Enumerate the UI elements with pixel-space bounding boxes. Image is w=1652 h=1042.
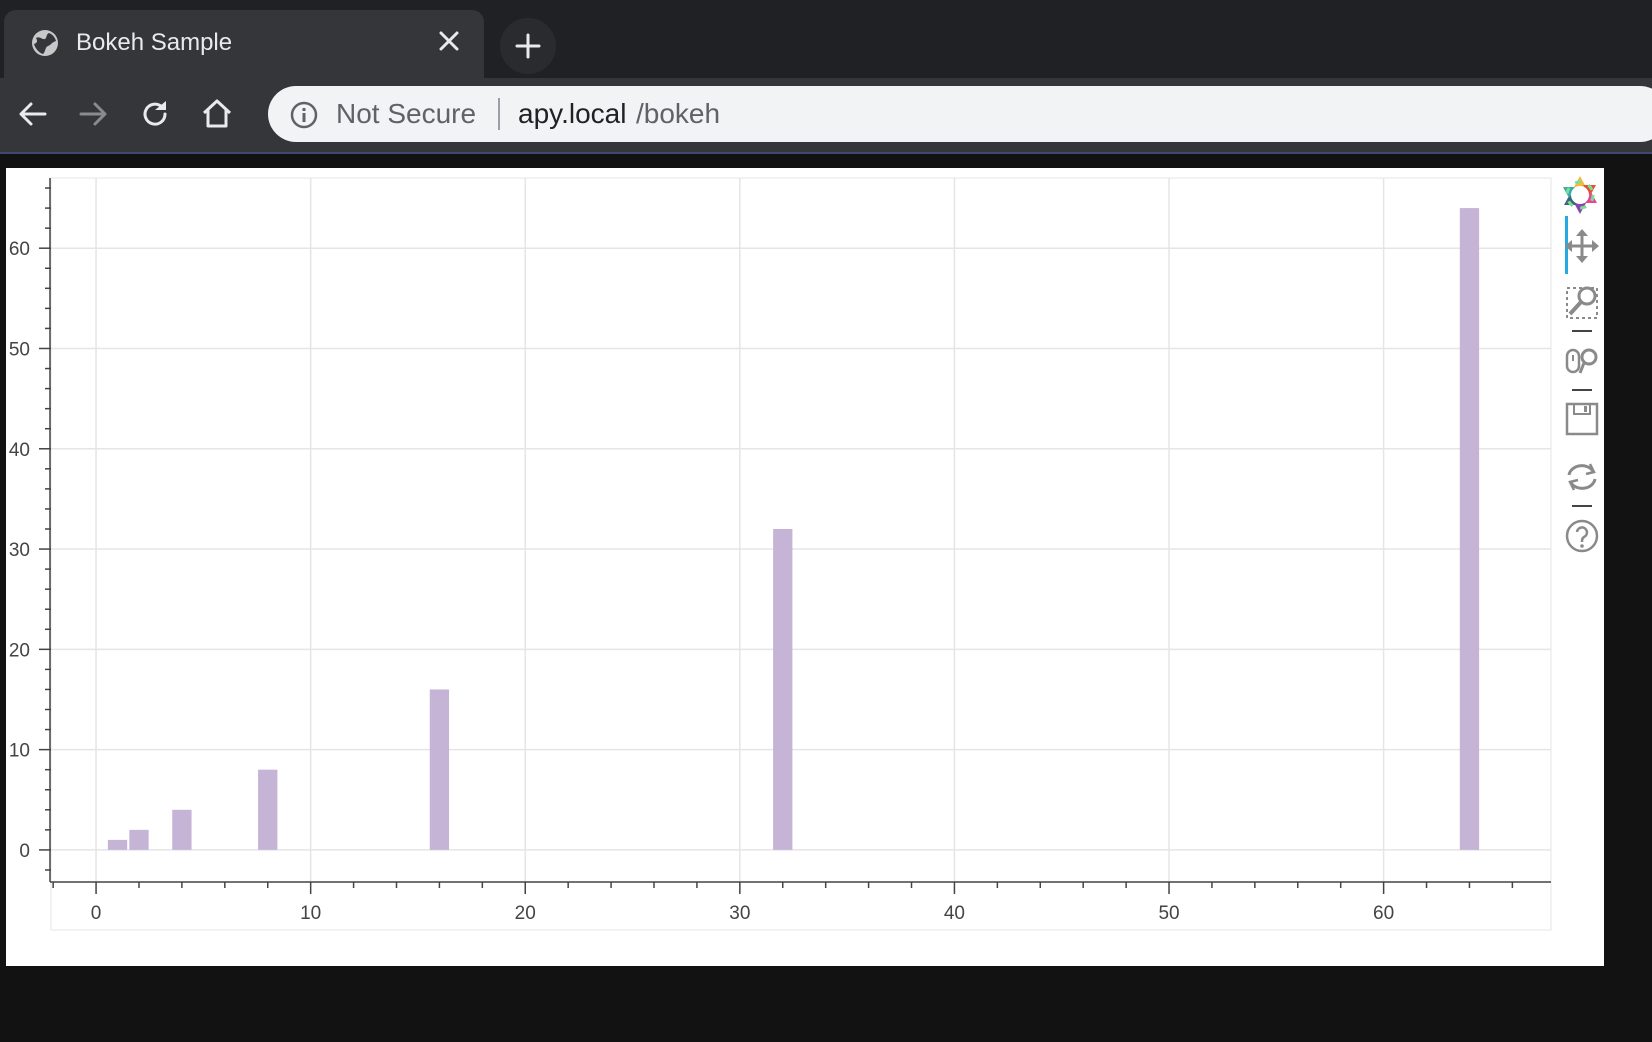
bar: [1459, 208, 1480, 850]
plus-icon: [515, 33, 541, 59]
browser-tab[interactable]: Bokeh Sample: [4, 10, 484, 78]
x-tick-label: 40: [944, 903, 965, 924]
x-tick-label: 60: [1373, 903, 1394, 924]
bar: [258, 769, 278, 850]
bokeh-logo-icon[interactable]: [1563, 176, 1597, 214]
wheel-zoom-icon[interactable]: [1565, 348, 1598, 374]
info-icon[interactable]: [290, 101, 318, 129]
save-icon[interactable]: [1565, 402, 1599, 436]
reset-icon[interactable]: [1567, 463, 1597, 491]
bokeh-page: 0 10 20 30 40 50 60 0 10 20 30 40 50 60: [6, 168, 1604, 966]
browser-toolbar: Not Secure apy.local /bokeh: [0, 78, 1652, 152]
y-axis-tick-labels: 0 10 20 30 40 50 60: [9, 239, 30, 862]
box-zoom-icon[interactable]: [1566, 286, 1598, 319]
y-tick-label: 20: [9, 640, 30, 661]
home-icon[interactable]: [200, 97, 234, 131]
y-tick-label: 50: [9, 339, 30, 360]
x-tick-label: 30: [729, 903, 750, 924]
x-tick-label: 0: [91, 903, 102, 924]
y-tick-label: 30: [9, 540, 30, 561]
close-icon[interactable]: [438, 30, 460, 52]
back-arrow-icon[interactable]: [16, 97, 50, 131]
reload-icon[interactable]: [138, 97, 172, 131]
bar: [107, 839, 128, 850]
x-tick-label: 20: [515, 903, 536, 924]
bar: [172, 809, 192, 850]
url-path: /bokeh: [636, 98, 721, 129]
y-tick-label: 10: [9, 741, 30, 762]
help-icon[interactable]: [1565, 519, 1599, 553]
new-tab-button[interactable]: [500, 18, 556, 74]
toolbar-divider: [0, 152, 1652, 154]
bar: [129, 829, 149, 850]
bokeh-plot: 0 10 20 30 40 50 60 0 10 20 30 40 50 60: [9, 176, 1599, 931]
security-label[interactable]: Not Secure: [336, 98, 476, 130]
tab-title: Bokeh Sample: [76, 29, 233, 56]
x-tick-label: 50: [1158, 903, 1179, 924]
y-tick-label: 40: [9, 440, 30, 461]
x-tick-label: 10: [300, 903, 321, 924]
browser-tab-strip: Bokeh Sample: [0, 0, 1652, 78]
bar: [773, 528, 793, 850]
y-tick-label: 0: [19, 841, 30, 862]
forward-arrow-icon[interactable]: [76, 97, 110, 131]
pan-icon[interactable]: [1565, 229, 1599, 263]
url-host: apy.local: [518, 98, 627, 129]
address-bar[interactable]: Not Secure apy.local /bokeh: [268, 86, 1652, 142]
bar: [429, 689, 450, 850]
y-axis-ticks: [39, 187, 51, 871]
y-tick-label: 60: [9, 239, 30, 260]
globe-icon: [32, 30, 58, 56]
address-separator: [498, 98, 500, 130]
